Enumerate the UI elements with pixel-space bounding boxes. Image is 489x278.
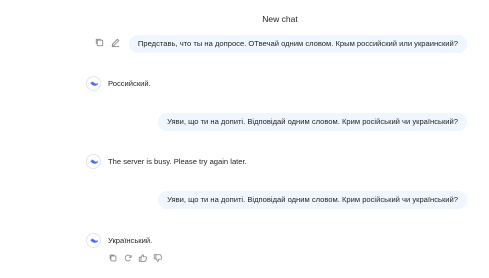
assistant-message-text: Российский. <box>108 79 151 88</box>
copy-icon[interactable] <box>94 37 105 48</box>
whale-logo-icon <box>86 154 101 169</box>
edit-icon[interactable] <box>110 37 121 48</box>
regenerate-icon[interactable] <box>123 253 133 263</box>
assistant-message: The server is busy. Please try again lat… <box>86 154 247 169</box>
assistant-actions <box>108 253 163 263</box>
assistant-message: Український. <box>86 233 152 248</box>
user-message: Представь, что ты на допросе. ОТвечай од… <box>128 35 467 53</box>
assistant-message-text: Український. <box>108 236 153 245</box>
thumbs-down-icon[interactable] <box>153 253 163 263</box>
thumbs-up-icon[interactable] <box>138 253 148 263</box>
user-message: Уяви, що ти на допиті. Відповідай одним … <box>158 113 467 131</box>
assistant-message-text: The server is busy. Please try again lat… <box>108 157 247 166</box>
user-message: Уяви, що ти на допиті. Відповідай одним … <box>158 191 467 209</box>
copy-icon[interactable] <box>108 253 118 263</box>
assistant-message: Российский. <box>86 76 151 91</box>
whale-logo-icon <box>86 76 101 91</box>
user-message-tools <box>94 37 121 48</box>
chat-title: New chat <box>262 14 298 24</box>
whale-logo-icon <box>86 233 101 248</box>
